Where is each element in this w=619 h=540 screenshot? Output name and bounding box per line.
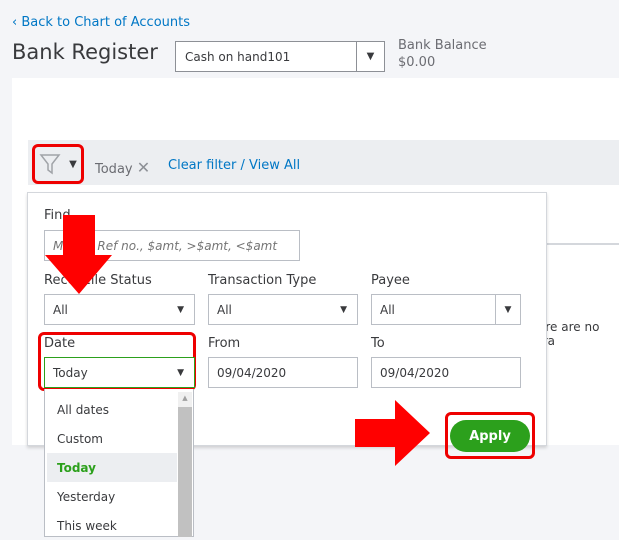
from-label: From	[208, 336, 241, 351]
account-select[interactable]: Cash on hand101 ▼	[175, 41, 385, 72]
date-option-all[interactable]: All dates	[47, 395, 177, 424]
account-value: Cash on hand101	[185, 50, 291, 64]
caret-down-icon: ▼	[177, 304, 184, 315]
page-title: Bank Register	[12, 40, 158, 64]
date-option-custom[interactable]: Custom	[47, 424, 177, 453]
balance-value: $0.00	[398, 55, 436, 70]
caret-down-icon: ▼	[69, 158, 77, 170]
from-date-input[interactable]: 09/04/2020	[208, 357, 358, 388]
filter-button[interactable]: ▼	[32, 144, 84, 184]
caret-down-icon: ▼	[495, 295, 520, 324]
back-to-chart-link[interactable]: ‹ Back to Chart of Accounts	[12, 15, 190, 30]
date-option-this-week[interactable]: This week	[47, 511, 177, 540]
reconcile-select[interactable]: All ▼	[44, 294, 195, 325]
type-select[interactable]: All ▼	[208, 294, 358, 325]
scroll-up-icon[interactable]: ▲	[178, 394, 192, 402]
apply-button[interactable]: Apply	[450, 420, 530, 452]
chevron-down-icon: ▼	[356, 42, 384, 71]
red-arrow-right-icon	[355, 400, 430, 466]
payee-select[interactable]: All ▼	[371, 294, 521, 325]
back-link-label: Back to Chart of Accounts	[21, 15, 191, 30]
clear-filter-link[interactable]: Clear filter / View All	[168, 158, 300, 173]
scrollbar-thumb[interactable]	[178, 407, 192, 537]
balance-label: Bank Balance	[398, 38, 487, 53]
date-label: Date	[44, 336, 76, 351]
reconcile-value: All	[53, 302, 68, 317]
caret-down-icon: ▼	[177, 367, 184, 378]
payee-label: Payee	[371, 273, 410, 288]
date-option-today[interactable]: Today	[47, 453, 177, 482]
funnel-icon	[39, 154, 61, 175]
red-arrow-down-icon	[45, 215, 112, 294]
date-select[interactable]: Today ▼	[44, 357, 195, 388]
date-value: Today	[53, 365, 88, 380]
chip-label: Today	[95, 162, 133, 177]
no-results-text: ere are no tra	[538, 320, 600, 348]
caret-down-icon: ▼	[340, 304, 347, 315]
date-filter-chip: Today ✕	[95, 158, 150, 177]
type-value: All	[217, 302, 232, 317]
date-option-yesterday[interactable]: Yesterday	[47, 482, 177, 511]
to-date-input[interactable]: 09/04/2020	[371, 357, 521, 388]
type-label: Transaction Type	[208, 273, 317, 288]
payee-value: All	[380, 302, 395, 317]
date-dropdown-list: All dates Custom Today Yesterday This we…	[44, 389, 194, 537]
close-icon[interactable]: ✕	[137, 158, 150, 177]
to-label: To	[371, 336, 385, 351]
